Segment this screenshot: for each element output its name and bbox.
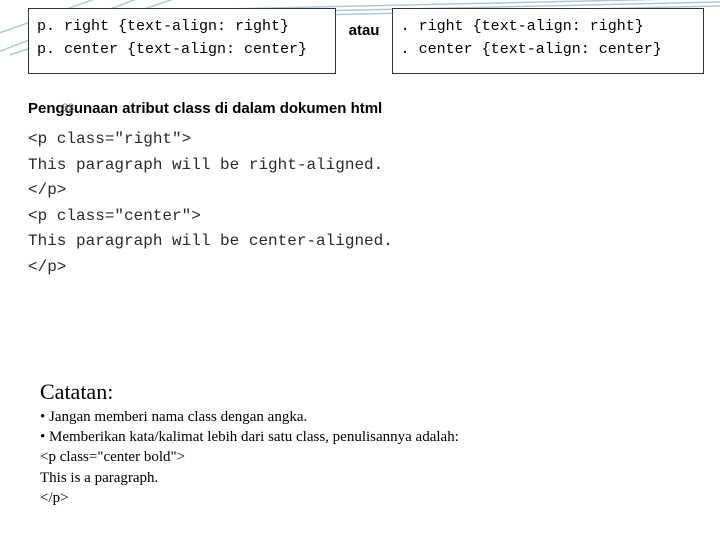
css-box-class-only: . right {text-align: right} . center {te…	[392, 8, 704, 74]
section-title: Penggunaan atribut class di dalam dokume…	[28, 100, 710, 117]
code-line: </p>	[28, 181, 66, 199]
css-definition-row: p. right {text-align: right} p. center {…	[28, 8, 710, 74]
code-line: </p>	[28, 258, 66, 276]
code-line: This paragraph will be center-aligned.	[28, 232, 393, 250]
code-line: <p class="center">	[28, 207, 201, 225]
code-line: p. center {text-align: center}	[37, 41, 307, 58]
slide-content: p. right {text-align: right} p. center {…	[28, 8, 710, 281]
note-code-line: <p class="center bold">	[40, 447, 690, 467]
page-number: 33	[62, 102, 74, 114]
code-line: <p class="right">	[28, 130, 191, 148]
css-box-element-class: p. right {text-align: right} p. center {…	[28, 8, 336, 74]
note-code-line: </p>	[40, 488, 690, 508]
code-line: This paragraph will be right-aligned.	[28, 156, 383, 174]
notes-section: Catatan: • Jangan memberi nama class den…	[40, 379, 690, 508]
note-code-line: This is a paragraph.	[40, 468, 690, 488]
note-bullet: • Memberikan kata/kalimat lebih dari sat…	[40, 427, 690, 447]
html-usage-example: <p class="right"> This paragraph will be…	[28, 127, 710, 281]
code-line: . center {text-align: center}	[401, 41, 662, 58]
notes-title: Catatan:	[40, 379, 690, 405]
code-line: . right {text-align: right}	[401, 18, 644, 35]
notes-body: • Jangan memberi nama class dengan angka…	[40, 407, 690, 508]
or-label: atau	[344, 8, 383, 39]
note-bullet: • Jangan memberi nama class dengan angka…	[40, 407, 690, 427]
code-line: p. right {text-align: right}	[37, 18, 289, 35]
